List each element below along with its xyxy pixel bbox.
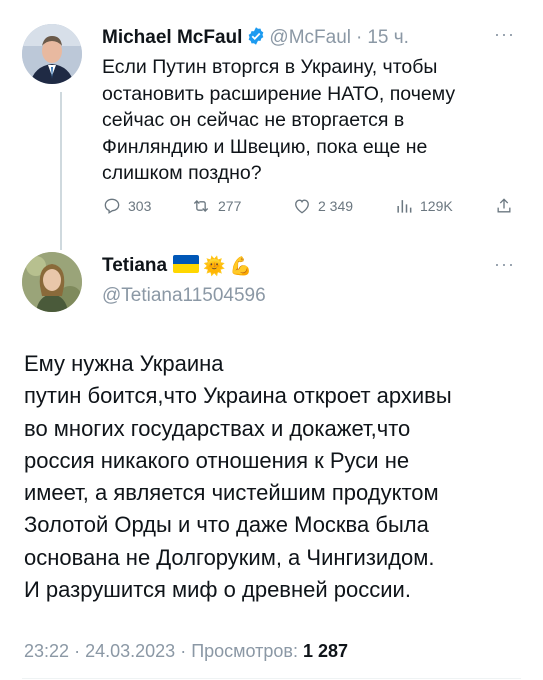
- like-count: 2 349: [318, 198, 354, 214]
- heart-icon: [295, 199, 309, 214]
- views-label: Просмотров:: [191, 641, 298, 661]
- author-handle[interactable]: @Tetiana11504596: [102, 285, 266, 307]
- views-button[interactable]: 129K: [394, 196, 453, 216]
- tweet-text-line: Если Путин вторгся в Украину, чтобы: [102, 56, 438, 78]
- avatar[interactable]: [22, 252, 82, 312]
- tweet-timestamp[interactable]: 23:22: [24, 641, 69, 661]
- tweet-text-line: россия никакого отношения к Руси не: [24, 447, 410, 473]
- views-count: 129K: [420, 198, 453, 214]
- verified-badge-icon: [246, 26, 266, 52]
- tweet-actions-bar: 303 277 2 349 129K: [102, 196, 517, 220]
- tweet-text-line: Золотой Орды и что даже Москва была: [24, 512, 429, 538]
- views-chart-icon: [397, 200, 412, 213]
- author-name[interactable]: Tetiana: [102, 255, 167, 276]
- like-button[interactable]: 2 349: [292, 196, 353, 216]
- author-name[interactable]: Michael McFaul: [102, 27, 242, 48]
- separator-dot: ·: [74, 641, 81, 661]
- tweet-text-line: путин боится,что Украина откроет архивы: [24, 383, 452, 409]
- share-icon: [497, 198, 511, 213]
- avatar-photo-icon: [22, 24, 82, 84]
- tweet-text-line: слишком поздно?: [102, 162, 262, 184]
- retweet-icon: [193, 200, 209, 212]
- tweet-text-line: Ему нужна Украина: [24, 351, 224, 376]
- reply-count: 303: [128, 198, 152, 214]
- tweet-header: Michael McFaul @McFaul · 15 ч.: [102, 26, 409, 52]
- tweet-text-line: Финляндию и Швецию, пока еще не: [102, 135, 428, 158]
- author-handle[interactable]: @McFaul: [269, 27, 351, 48]
- avatar-photo-icon: [22, 252, 82, 312]
- tweet-text-line: остановить расширение НАТО, почему: [102, 82, 456, 105]
- tweet-text-line: во многих государствах и докажет,что: [24, 415, 411, 441]
- more-options-icon[interactable]: ···: [494, 24, 515, 45]
- thread-connector-line: [60, 92, 62, 250]
- reply-icon: [104, 198, 120, 214]
- tweet-date[interactable]: 24.03.2023: [85, 641, 175, 661]
- tweet-text-line: основана не Долгоруким, а Чингизидом.: [24, 544, 435, 570]
- tweet-text: Ему нужна Украина путин боится,что Украи…: [24, 348, 524, 606]
- tweet-text: Если Путин вторгся в Украину, чтобы оста…: [102, 54, 512, 187]
- avatar[interactable]: [22, 24, 82, 84]
- retweet-button[interactable]: 277: [190, 196, 241, 216]
- tweet-header: Tetiana 🌞 💪: [102, 255, 252, 277]
- ukraine-flag-icon: [173, 255, 200, 273]
- share-button[interactable]: [494, 196, 514, 216]
- tweet-text-line: сейчас он сейчас не вторгается в: [102, 109, 405, 131]
- sun-emoji-icon: 🌞: [203, 256, 226, 276]
- tweet-text-line: И разрушится миф о древней россии.: [24, 577, 411, 603]
- separator-dot: ·: [180, 641, 187, 661]
- tweet-time[interactable]: 15 ч.: [367, 27, 409, 48]
- divider: [22, 678, 521, 679]
- tweet-metadata: 23:22 · 24.03.2023 · Просмотров: 1 287: [24, 641, 348, 662]
- reply-button[interactable]: 303: [102, 196, 151, 216]
- separator-dot: ·: [356, 27, 363, 48]
- flexed-biceps-icon: 💪: [229, 256, 252, 276]
- views-count: 1 287: [303, 641, 349, 661]
- tweet-text-line: имеет, а является чистейшим продуктом: [24, 480, 439, 506]
- more-options-icon[interactable]: ···: [494, 254, 515, 275]
- retweet-count: 277: [218, 198, 242, 214]
